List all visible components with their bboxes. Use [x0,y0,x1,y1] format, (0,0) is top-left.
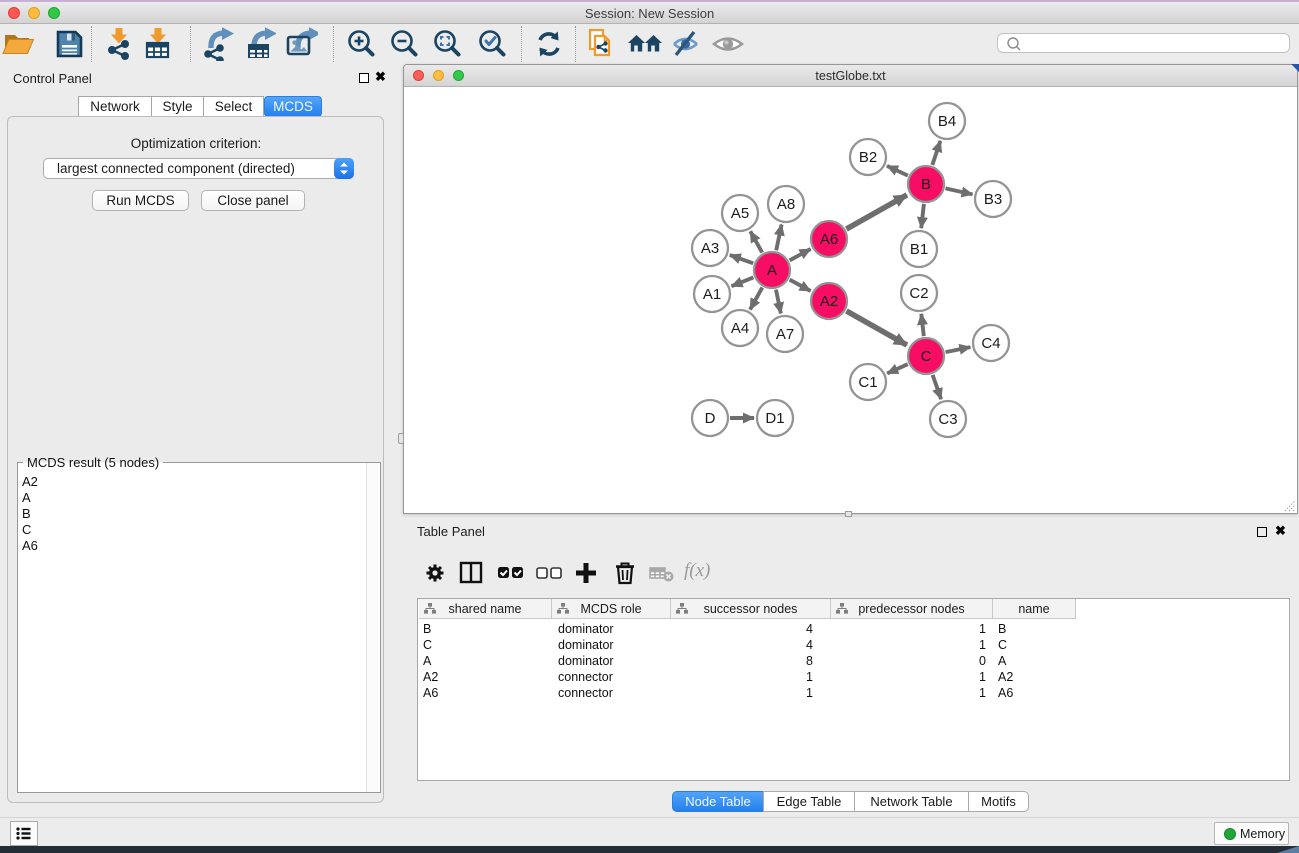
svg-text:B2: B2 [859,149,877,166]
svg-text:A6: A6 [820,231,838,248]
svg-text:B: B [921,176,931,193]
svg-text:B3: B3 [984,191,1002,208]
svg-text:A4: A4 [731,320,749,337]
svg-text:D1: D1 [765,410,784,427]
svg-text:C3: C3 [938,411,957,428]
svg-text:C1: C1 [858,374,877,391]
svg-text:B1: B1 [910,241,928,258]
svg-text:C: C [921,348,932,365]
svg-text:D: D [705,410,716,427]
svg-text:A8: A8 [777,196,795,213]
svg-text:A1: A1 [703,286,721,303]
svg-text:C2: C2 [909,285,928,302]
svg-text:A3: A3 [701,240,719,257]
svg-text:A: A [767,262,777,279]
svg-text:B4: B4 [938,113,956,130]
svg-text:A7: A7 [776,326,794,343]
svg-text:A5: A5 [731,205,749,222]
svg-text:C4: C4 [981,335,1000,352]
svg-text:A2: A2 [820,293,838,310]
